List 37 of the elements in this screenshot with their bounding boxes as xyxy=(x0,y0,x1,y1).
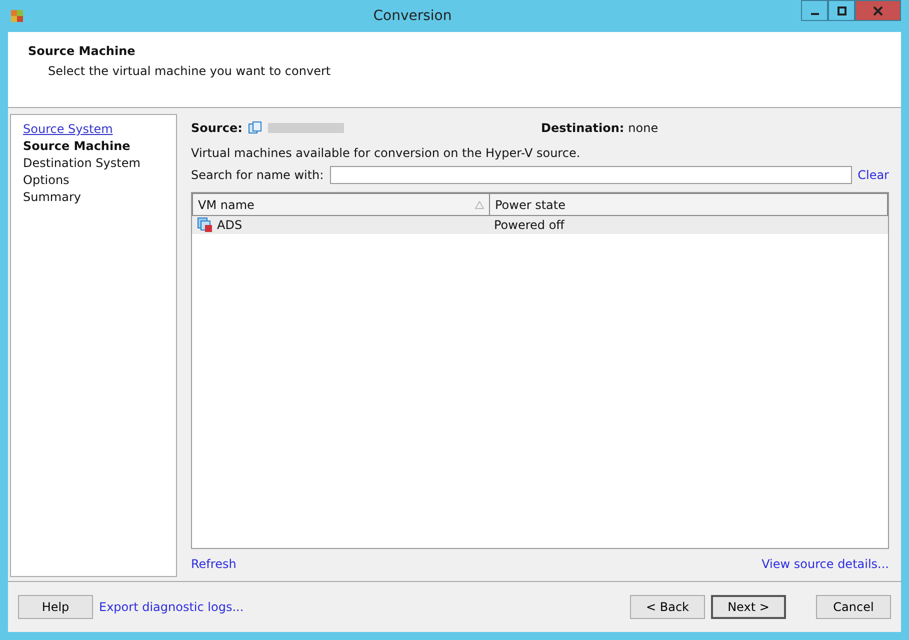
search-field[interactable] xyxy=(330,166,852,184)
source-label: Source: xyxy=(191,121,242,135)
app-icon xyxy=(10,9,24,23)
step-item[interactable]: Source Machine xyxy=(23,138,164,155)
search-label: Search for name with: xyxy=(191,168,324,182)
export-logs-link[interactable]: Export diagnostic logs... xyxy=(99,600,244,614)
clear-link[interactable]: Clear xyxy=(858,168,889,182)
next-button[interactable]: Next > xyxy=(711,595,786,619)
close-button[interactable] xyxy=(855,0,901,21)
sort-icon xyxy=(475,200,484,208)
description-text: Virtual machines available for conversion on the Hyper-V source. xyxy=(191,146,582,160)
minimize-button[interactable] xyxy=(801,0,828,21)
window-title: Conversion xyxy=(372,8,453,24)
page-subtitle: Select the virtual machine you want to convert xyxy=(48,64,332,78)
server-icon xyxy=(248,121,262,135)
details-link[interactable]: View source details... xyxy=(762,557,889,571)
refresh-link[interactable]: Refresh xyxy=(191,557,236,571)
back-button[interactable]: < Back xyxy=(630,595,705,619)
table-cell: Powered off xyxy=(494,218,564,232)
cancel-button[interactable]: Cancel xyxy=(816,595,891,619)
step-item[interactable]: Destination System xyxy=(23,155,164,172)
close-icon xyxy=(873,6,883,16)
page-title: Source Machine xyxy=(28,44,136,58)
step-item[interactable]: Source System xyxy=(23,121,164,138)
destination-value: none xyxy=(628,121,658,135)
help-button[interactable]: Help xyxy=(18,595,93,619)
step-item[interactable]: Summary xyxy=(23,189,164,206)
table-row[interactable]: ADS Powered off xyxy=(192,216,888,234)
table-cell: ADS xyxy=(217,218,242,232)
column-header[interactable]: VM name xyxy=(193,194,490,215)
maximize-icon xyxy=(836,6,846,16)
maximize-button[interactable] xyxy=(828,0,855,21)
vm-icon xyxy=(197,217,213,233)
step-item[interactable]: Options xyxy=(23,172,164,189)
minimize-icon xyxy=(810,12,818,14)
column-header[interactable]: Power state xyxy=(490,194,887,215)
destination-label: Destination: xyxy=(541,121,624,135)
